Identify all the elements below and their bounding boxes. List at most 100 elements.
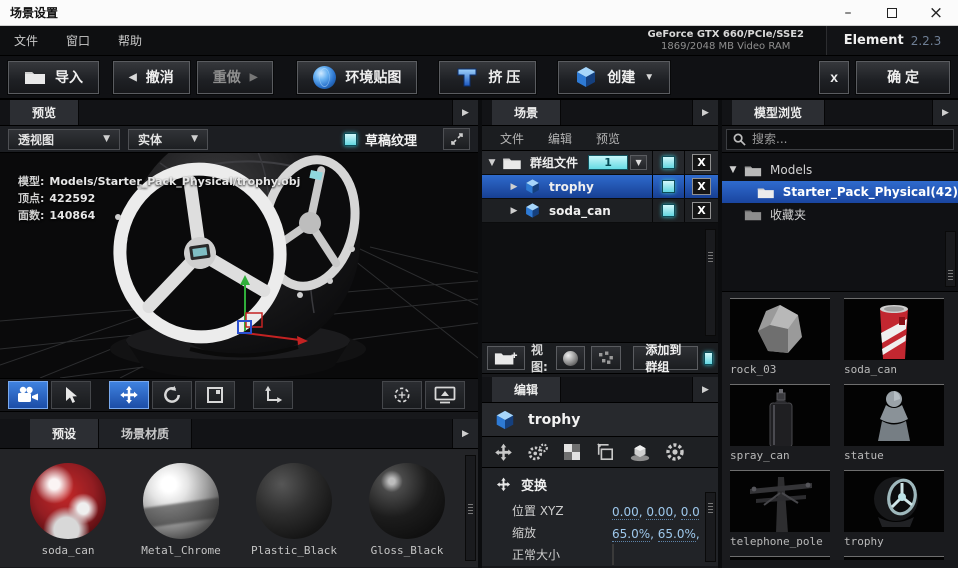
panel-arrow-icon[interactable]: ▶ (692, 100, 718, 125)
camera-tool-button[interactable] (8, 381, 48, 409)
shading-mode-dropdown[interactable]: 实体 ▼ (128, 129, 208, 150)
ground-cube-category-icon[interactable] (629, 443, 651, 462)
branch-open-icon[interactable]: ▼ (722, 165, 744, 175)
tree-item-starter-pack[interactable]: Starter_Pack_Physical(42) (722, 181, 958, 203)
checker-category-icon[interactable] (563, 443, 581, 461)
maximize-icon[interactable] (870, 0, 914, 25)
move-icon (119, 385, 139, 405)
normal-size-label: 正常大小 (512, 546, 560, 563)
3d-viewport[interactable]: 模型:Models/Starter_Pack_Physical/trophy.o… (0, 153, 478, 378)
add-to-group-button[interactable]: 添加到群组 (633, 346, 697, 370)
position-values[interactable]: 0.000.000.00 (612, 501, 700, 520)
model-thumbnail-telephone-pole[interactable]: telephone_pole (730, 470, 836, 556)
edit-scrollbar[interactable] (705, 492, 716, 562)
material-sphere (143, 463, 219, 539)
gears-category-icon[interactable] (527, 443, 549, 462)
globe-icon (313, 66, 336, 89)
axis-tool-button[interactable] (253, 381, 293, 409)
model-thumbnail-statue[interactable]: statue (844, 384, 950, 470)
draft-texture-checkbox[interactable] (344, 133, 357, 146)
fullscreen-button[interactable] (443, 128, 470, 150)
model-thumbnail-rock-03[interactable]: rock_03 (730, 298, 836, 384)
display-tool-button[interactable] (425, 381, 465, 409)
search-box[interactable] (726, 129, 954, 150)
transform-header[interactable]: 变换 (521, 475, 547, 494)
search-input[interactable] (752, 132, 947, 146)
material-gloss-black[interactable]: Gloss_Black (367, 463, 447, 557)
material-plastic-black[interactable]: Plastic_Black (254, 463, 334, 557)
group-count-caret-icon[interactable]: ▼ (630, 155, 647, 170)
view-scatter-button[interactable] (591, 346, 621, 370)
extrude-button[interactable]: 挤 压 (439, 61, 536, 94)
menu-window[interactable]: 窗口 (52, 26, 104, 55)
menu-help[interactable]: 帮助 (104, 26, 156, 55)
panel-arrow-icon[interactable]: ▶ (452, 419, 478, 448)
select-tool-button[interactable] (51, 381, 91, 409)
minimize-icon[interactable]: – (826, 0, 870, 25)
visibility-checkbox[interactable] (662, 204, 675, 217)
import-button[interactable]: 导入 (8, 61, 99, 94)
add-to-group-checkbox[interactable] (704, 352, 713, 365)
browser-tree-scrollbar[interactable] (945, 231, 956, 287)
tree-item-favorites[interactable]: 收藏夹 (722, 203, 958, 225)
menu-file[interactable]: 文件 (0, 26, 52, 55)
undo-button[interactable]: ◀ 撤消 (113, 61, 190, 94)
scale-values[interactable]: 65.0%65.0%65.0% (612, 523, 700, 542)
tab-scene[interactable]: 场景 (492, 100, 561, 125)
create-button[interactable]: 创建 ▼ (558, 61, 670, 94)
scale-icon (206, 386, 224, 404)
visibility-checkbox[interactable] (662, 156, 675, 169)
gear-category-icon[interactable] (665, 442, 685, 462)
panel-arrow-icon[interactable]: ▶ (692, 377, 718, 402)
tab-model-browser[interactable]: 模型浏览 (732, 100, 825, 125)
duplicate-category-icon[interactable] (595, 443, 615, 461)
materials-scrollbar[interactable] (465, 455, 476, 561)
tree-item-models[interactable]: ▼ Models (722, 159, 958, 181)
rotate-tool-button[interactable] (152, 381, 192, 409)
cancel-x-button[interactable]: x (819, 61, 849, 94)
panel-arrow-icon[interactable]: ▶ (452, 100, 478, 125)
scene-item-soda-can[interactable]: ▶ soda_can X (482, 199, 718, 223)
scene-menu-preview[interactable]: 预览 (586, 130, 630, 147)
group-count-field[interactable]: 1 (588, 155, 628, 170)
move-tool-button[interactable] (109, 381, 149, 409)
remove-icon[interactable]: X (692, 154, 711, 171)
focus-tool-button[interactable] (382, 381, 422, 409)
branch-closed-icon[interactable]: ▶ (504, 182, 524, 192)
redo-button[interactable]: 重做 ▶ (197, 61, 274, 94)
view-sphere-button[interactable] (556, 346, 585, 370)
close-icon[interactable]: × (914, 0, 958, 25)
scene-menu-edit[interactable]: 编辑 (538, 130, 582, 147)
tab-scene-materials[interactable]: 场景材质 (99, 419, 192, 448)
environment-map-button[interactable]: 环境贴图 (297, 61, 417, 94)
material-metal-chrome[interactable]: Metal_Chrome (141, 463, 221, 557)
scene-scrollbar[interactable] (705, 229, 716, 336)
branch-closed-icon[interactable]: ▶ (504, 206, 524, 216)
model-thumbnail-soda-can[interactable]: soda_can (844, 298, 950, 384)
remove-icon[interactable]: X (692, 178, 711, 195)
tab-presets[interactable]: 预设 (30, 419, 99, 448)
model-thumbnail-trophy[interactable]: trophy (844, 470, 950, 556)
new-group-button[interactable] (487, 346, 525, 370)
model-thumbnail-partial[interactable] (844, 556, 950, 560)
app-window: 场景设置 – × 文件 窗口 帮助 GeForce GTX 660/PCIe/S… (0, 0, 958, 568)
model-thumbnail-partial[interactable] (730, 556, 836, 560)
model-thumbnail-spray-can[interactable]: spray_can (730, 384, 836, 470)
axis-icon (263, 385, 283, 405)
panel-arrow-icon[interactable]: ▶ (932, 100, 958, 125)
view-mode-dropdown[interactable]: 透视图 ▼ (8, 129, 120, 150)
ok-button[interactable]: 确 定 (856, 61, 950, 94)
tab-edit[interactable]: 编辑 (492, 377, 561, 402)
scene-item-trophy[interactable]: ▶ trophy X (482, 175, 718, 199)
group-row[interactable]: ▼ 群组文件 1 ▼ X (482, 151, 718, 175)
model-path-value: Models/Starter_Pack_Physical/trophy.obj (49, 175, 300, 188)
remove-icon[interactable]: X (692, 202, 711, 219)
tab-preview[interactable]: 预览 (10, 100, 79, 125)
scene-menu-file[interactable]: 文件 (490, 130, 534, 147)
transform-category-icon[interactable] (494, 443, 513, 462)
normal-size-checkbox[interactable] (612, 544, 614, 565)
visibility-checkbox[interactable] (662, 180, 675, 193)
material-soda-can[interactable]: soda_can (28, 463, 108, 557)
branch-open-icon[interactable]: ▼ (482, 158, 502, 168)
scale-tool-button[interactable] (195, 381, 235, 409)
